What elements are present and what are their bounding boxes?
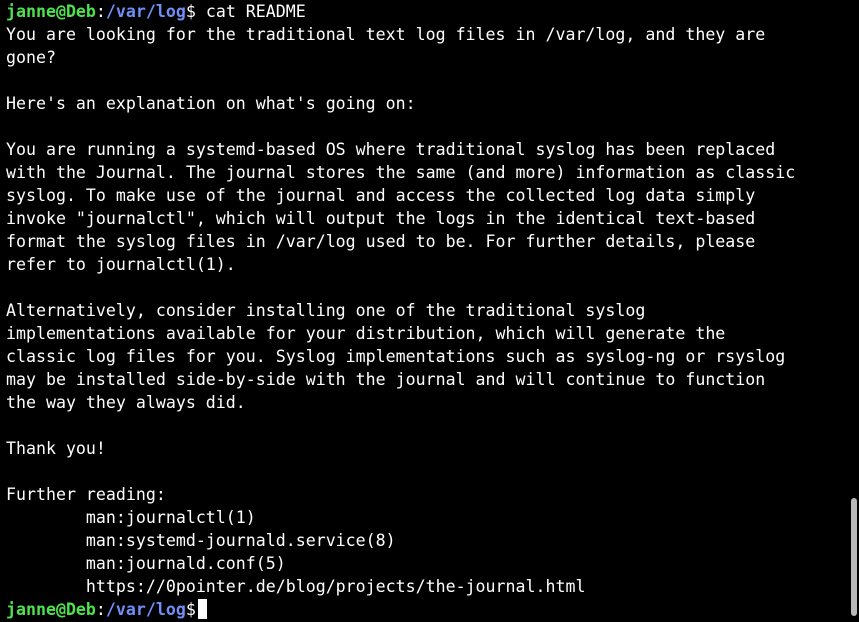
output-line: implementations available for your distr… — [6, 324, 726, 343]
output-line: Here's an explanation on what's going on… — [6, 94, 416, 113]
prompt-dollar: $ — [185, 600, 196, 619]
prompt-user-host: janne@Deb — [6, 600, 96, 619]
prompt-path: /var/log — [105, 600, 186, 619]
output-line: man:journalctl(1) — [6, 508, 256, 527]
output-line: syslog. To make use of the journal and a… — [6, 186, 756, 205]
prompt-colon: : — [95, 600, 106, 619]
terminal-window[interactable]: janne@Deb:/var/log$ cat README You are l… — [0, 0, 859, 622]
prompt-colon: : — [95, 2, 106, 21]
output-line: format the syslog files in /var/log used… — [6, 232, 756, 251]
command-output: You are looking for the traditional text… — [6, 23, 842, 598]
text-cursor — [197, 599, 207, 619]
output-line: https://0pointer.de/blog/projects/the-jo… — [6, 577, 586, 596]
output-line: man:systemd-journald.service(8) — [6, 531, 396, 550]
prompt-dollar: $ — [185, 2, 196, 21]
terminal-content[interactable]: janne@Deb:/var/log$ cat README You are l… — [6, 0, 842, 622]
prompt-path: /var/log — [105, 2, 186, 21]
command-text: cat README — [195, 2, 306, 21]
output-line: with the Journal. The journal stores the… — [6, 163, 796, 182]
output-line: Thank you! — [6, 439, 106, 458]
output-line: the way they always did. — [6, 393, 246, 412]
output-line: Alternatively, consider installing one o… — [6, 301, 646, 320]
output-line: You are running a systemd-based OS where… — [6, 140, 776, 159]
scrollbar-thumb[interactable] — [851, 498, 857, 616]
output-line: Further reading: — [6, 485, 166, 504]
command-line: janne@Deb:/var/log$ cat README — [6, 0, 842, 23]
active-prompt-line[interactable]: janne@Deb:/var/log$ — [6, 598, 842, 621]
output-line: may be installed side-by-side with the j… — [6, 370, 766, 389]
prompt-user-host: janne@Deb — [6, 2, 96, 21]
output-line: classic log files for you. Syslog implem… — [6, 347, 786, 366]
output-line: You are looking for the traditional text… — [6, 25, 766, 44]
output-line: invoke "journalctl", which will output t… — [6, 209, 756, 228]
output-line: refer to journalctl(1). — [6, 255, 236, 274]
output-line: gone? — [6, 48, 56, 67]
output-line: man:journald.conf(5) — [6, 554, 286, 573]
